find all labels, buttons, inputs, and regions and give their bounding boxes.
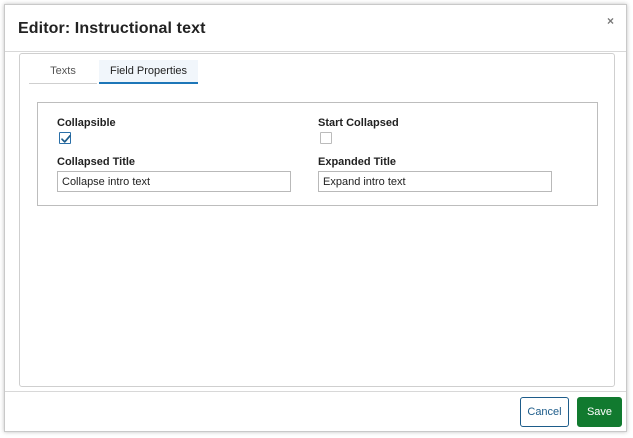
- title-divider: [5, 51, 626, 52]
- checkmark-icon: [61, 134, 71, 143]
- footer-divider: [5, 391, 626, 392]
- save-button[interactable]: Save: [577, 397, 622, 427]
- start-collapsed-checkbox[interactable]: [320, 132, 332, 144]
- content-panel: Texts Field Properties Collapsible Start…: [19, 53, 615, 387]
- tab-field-properties[interactable]: Field Properties: [99, 60, 198, 84]
- collapsed-title-input[interactable]: [57, 171, 291, 192]
- field-properties-box: Collapsible Start Collapsed Collapsed Ti…: [37, 102, 598, 206]
- expanded-title-label: Expanded Title: [318, 156, 397, 168]
- start-collapsed-label: Start Collapsed: [318, 117, 399, 129]
- dialog-title: Editor: Instructional text: [18, 20, 206, 37]
- collapsible-label: Collapsible: [57, 117, 116, 129]
- tab-bar: Texts Field Properties: [29, 60, 198, 85]
- cancel-button[interactable]: Cancel: [520, 397, 569, 427]
- expanded-title-input[interactable]: [318, 171, 552, 192]
- editor-dialog: Editor: Instructional text × Texts Field…: [4, 4, 627, 432]
- close-icon[interactable]: ×: [607, 14, 614, 28]
- collapsed-title-label: Collapsed Title: [57, 156, 136, 168]
- collapsible-checkbox[interactable]: [59, 132, 71, 144]
- tab-texts[interactable]: Texts: [29, 60, 97, 84]
